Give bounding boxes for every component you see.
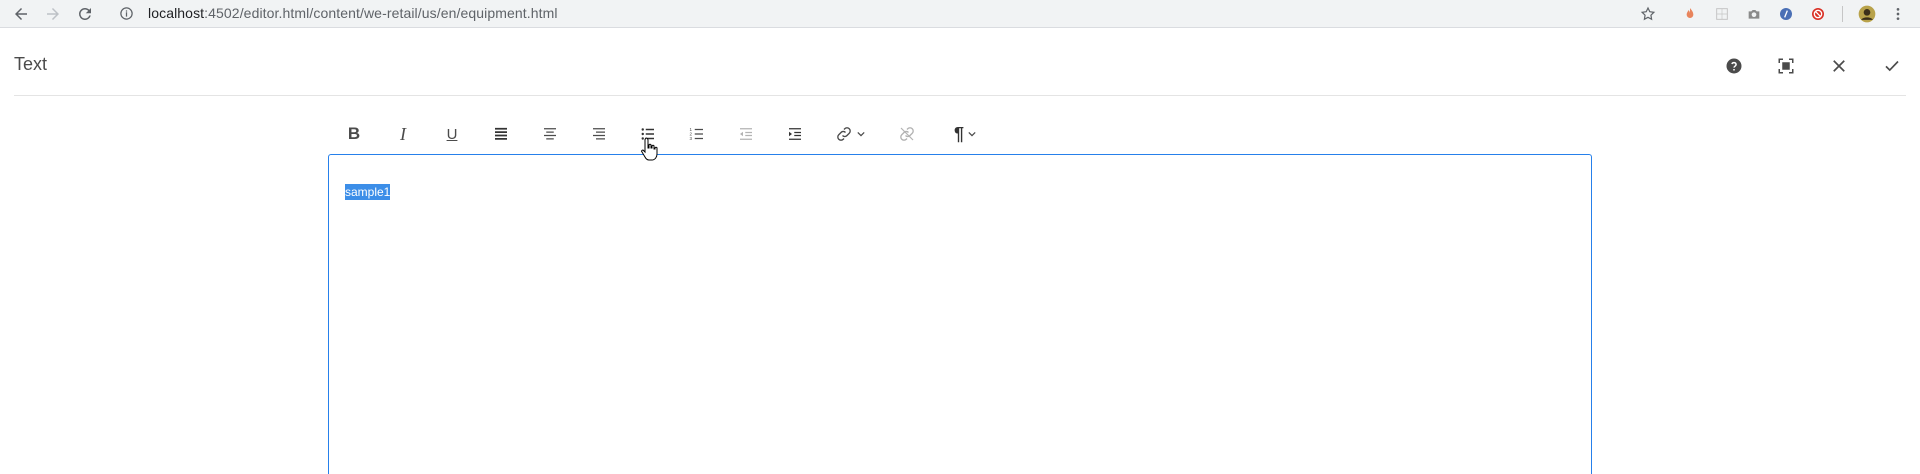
- align-right-icon: [593, 128, 605, 140]
- link-button[interactable]: [830, 120, 870, 148]
- align-left-icon: [495, 127, 507, 140]
- address-bar[interactable]: localhost:4502/editor.html/content/we-re…: [108, 0, 1668, 26]
- browser-toolbar: localhost:4502/editor.html/content/we-re…: [0, 0, 1920, 28]
- paragraph-format-button[interactable]: ¶: [945, 120, 985, 148]
- help-icon[interactable]: [1720, 52, 1748, 80]
- outdent-button[interactable]: [732, 120, 760, 148]
- camera-icon[interactable]: [1743, 3, 1765, 25]
- italic-button[interactable]: I: [389, 120, 417, 148]
- dialog-header: Text: [14, 28, 1906, 96]
- toolbar-divider: [1842, 6, 1843, 22]
- fullscreen-icon[interactable]: [1772, 52, 1800, 80]
- align-center-icon: [544, 128, 556, 140]
- outdent-icon: [740, 128, 752, 140]
- italic-icon: I: [400, 123, 406, 144]
- editor-content[interactable]: sample1: [345, 184, 391, 200]
- underline-button[interactable]: U: [438, 120, 466, 148]
- rich-text-editor[interactable]: sample1: [328, 154, 1592, 474]
- reload-icon[interactable]: [73, 2, 97, 26]
- menu-icon[interactable]: [1887, 3, 1909, 25]
- block-icon[interactable]: [1807, 3, 1829, 25]
- indent-button[interactable]: [781, 120, 809, 148]
- numbered-list-icon: 123: [690, 127, 703, 141]
- info-icon[interactable]: [118, 5, 134, 21]
- close-icon[interactable]: [1825, 52, 1853, 80]
- star-icon[interactable]: [1637, 3, 1659, 25]
- hand-cursor-icon: [641, 137, 658, 161]
- underline-icon: U: [446, 125, 458, 143]
- extension-flame-icon[interactable]: [1679, 3, 1701, 25]
- paragraph-icon: ¶: [953, 123, 964, 144]
- back-arrow-icon[interactable]: [9, 2, 33, 26]
- align-right-button[interactable]: [585, 120, 613, 148]
- done-icon[interactable]: [1878, 52, 1906, 80]
- align-center-button[interactable]: [536, 120, 564, 148]
- rich-text-toolbar: B I U 123 ¶: [328, 114, 1028, 154]
- bold-button[interactable]: B: [340, 120, 368, 148]
- unlink-icon: [900, 127, 914, 141]
- indent-icon: [789, 128, 801, 140]
- svg-text:3: 3: [690, 136, 693, 141]
- extension-blue-icon[interactable]: [1775, 3, 1797, 25]
- extension-grid-icon[interactable]: [1711, 3, 1733, 25]
- url-text: localhost:4502/editor.html/content/we-re…: [148, 5, 558, 21]
- dialog-title: Text: [14, 54, 48, 74]
- forward-arrow-icon[interactable]: [41, 2, 65, 26]
- bold-icon: B: [347, 124, 361, 143]
- link-icon: [837, 127, 851, 141]
- profile-icon[interactable]: [1856, 3, 1878, 25]
- align-left-button[interactable]: [487, 120, 515, 148]
- selected-text[interactable]: sample1: [345, 184, 391, 200]
- chevron-down-icon: [968, 131, 976, 137]
- chevron-down-icon: [857, 131, 865, 137]
- numbered-list-button[interactable]: 123: [683, 120, 711, 148]
- unlink-button[interactable]: [893, 120, 921, 148]
